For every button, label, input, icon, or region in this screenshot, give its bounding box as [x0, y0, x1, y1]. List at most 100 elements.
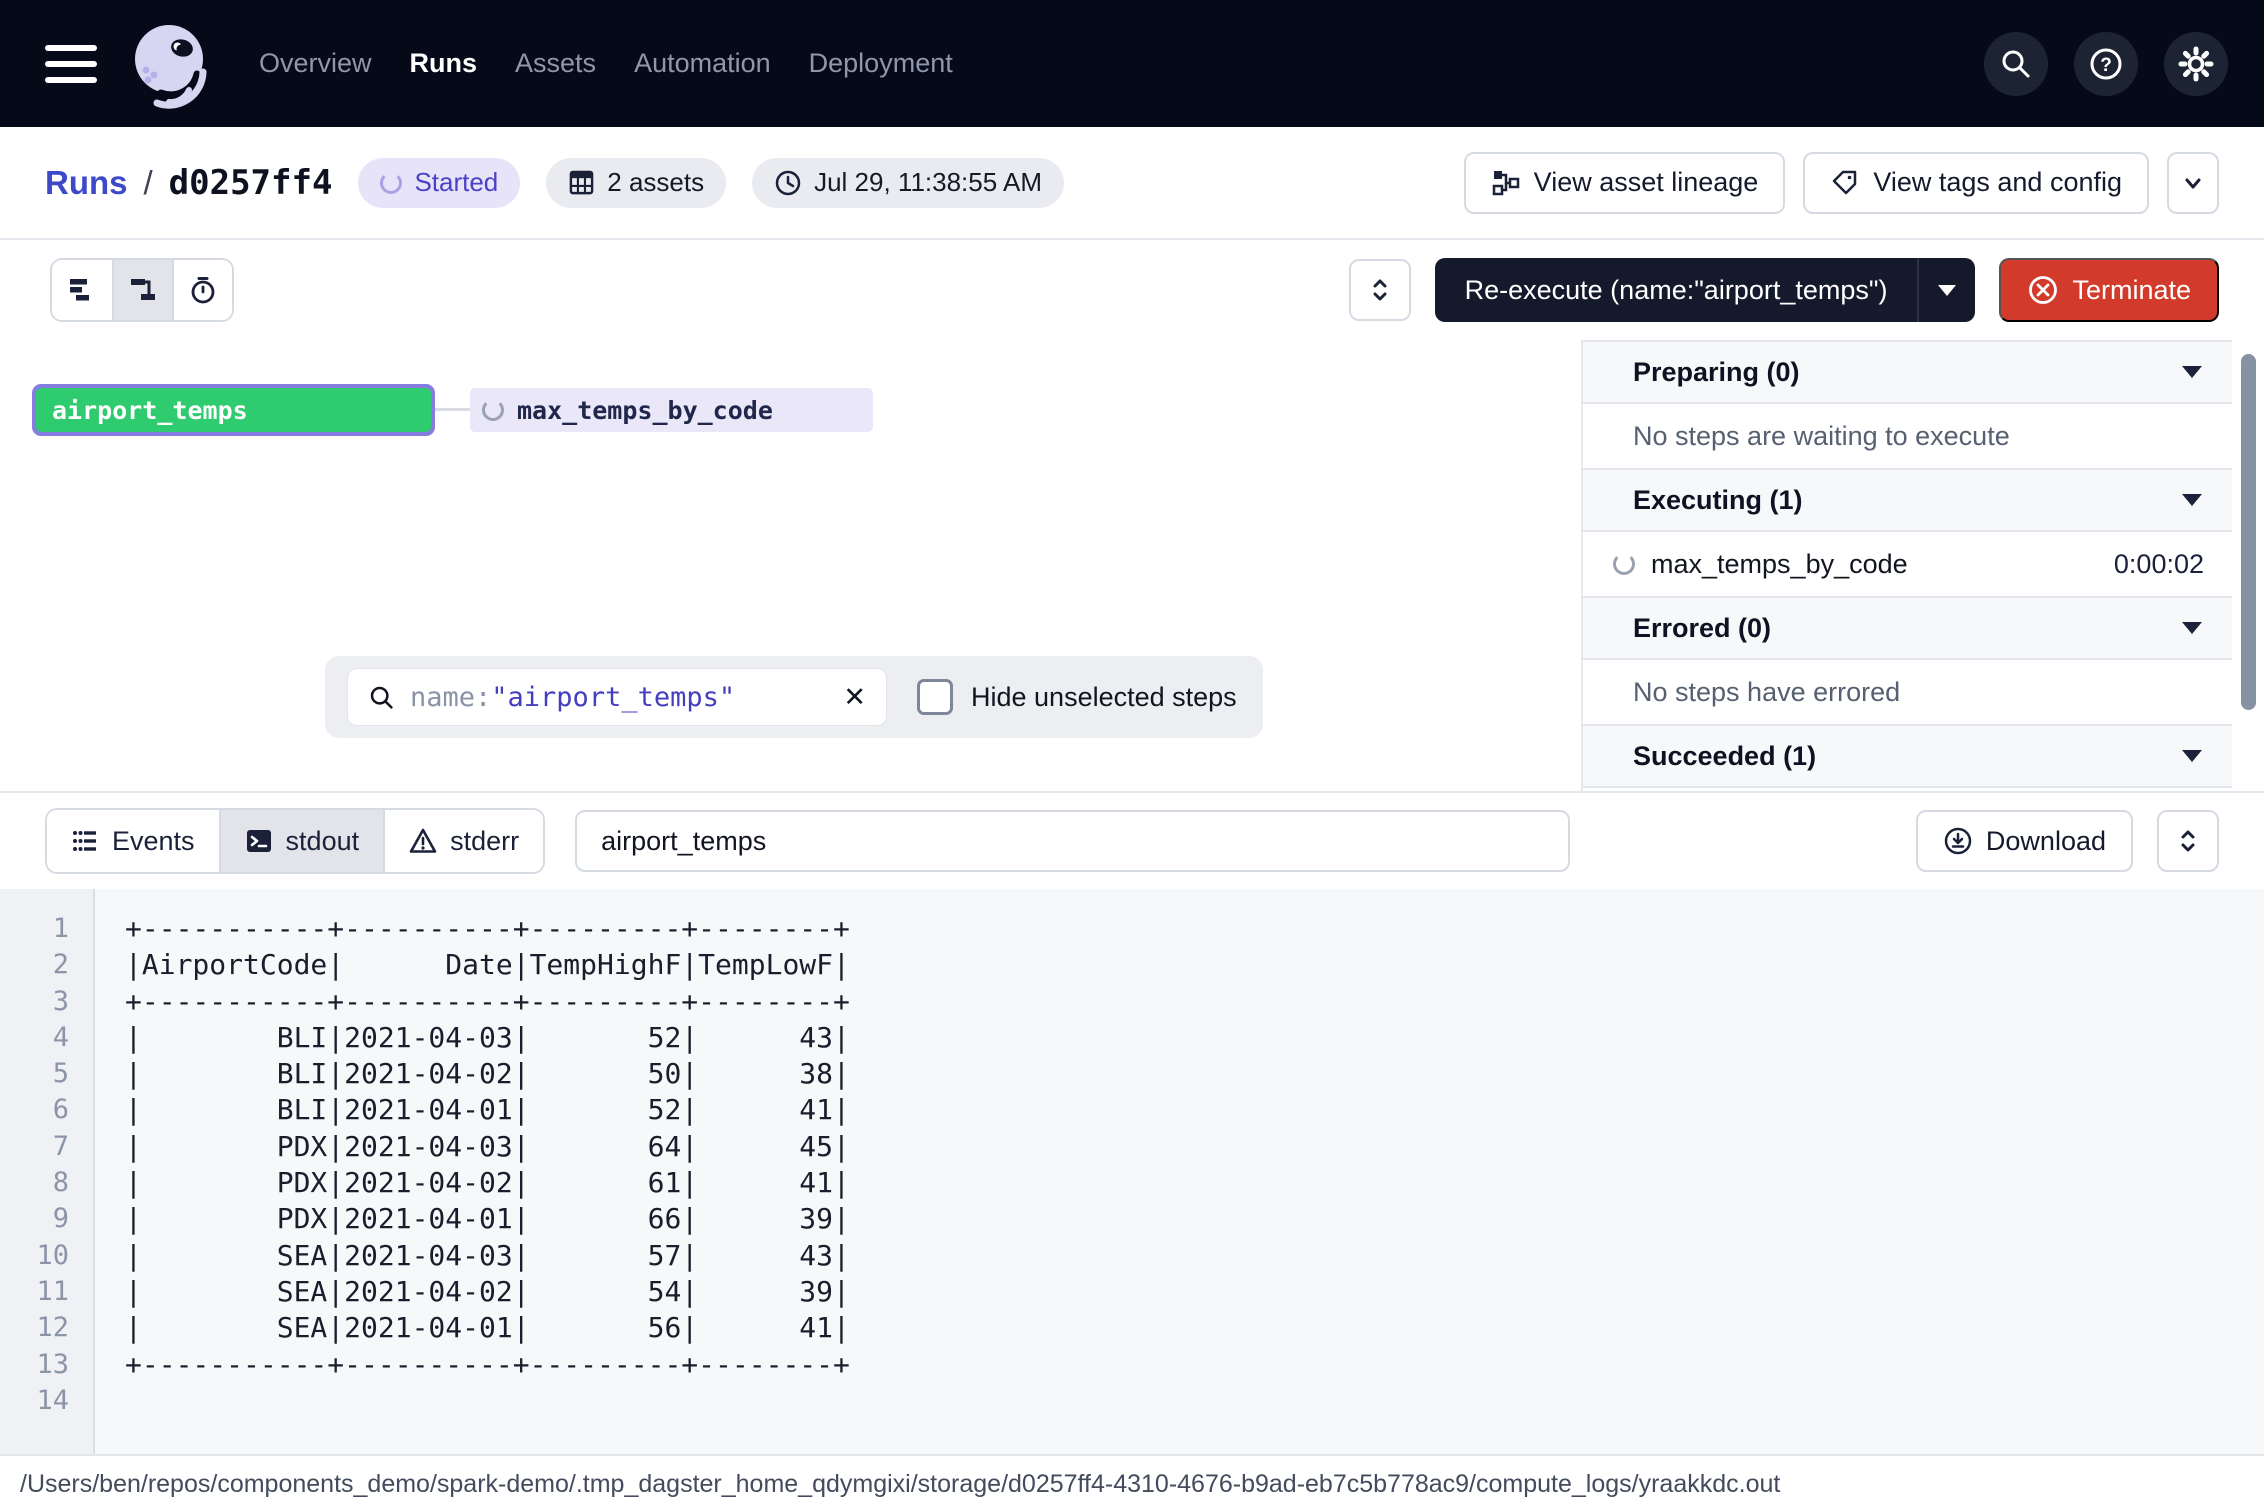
line-number[interactable]: 9 — [0, 1201, 95, 1237]
svg-text:?: ? — [2100, 55, 2112, 76]
search-button[interactable] — [1984, 32, 2048, 96]
nav-item-runs[interactable]: Runs — [410, 48, 478, 79]
line-number[interactable]: 4 — [0, 1020, 95, 1056]
terminate-button[interactable]: Terminate — [1999, 258, 2219, 322]
executing-step-name: max_temps_by_code — [1651, 549, 1908, 580]
line-number[interactable]: 12 — [0, 1310, 95, 1346]
clear-filter-icon[interactable]: ✕ — [843, 682, 866, 713]
nav-item-deployment[interactable]: Deployment — [809, 48, 953, 79]
tab-stderr[interactable]: stderr — [383, 810, 543, 872]
log-line: 12| SEA|2021-04-01| 56| 41| — [0, 1310, 2264, 1346]
sidebar-scrollbar[interactable] — [2241, 354, 2256, 710]
section-succeeded[interactable]: Succeeded (1) — [1583, 724, 2232, 788]
asset-grid-icon — [568, 169, 595, 196]
help-button[interactable]: ? — [2074, 32, 2138, 96]
expand-log-button[interactable] — [2157, 810, 2219, 872]
zoom-fit-button[interactable] — [1349, 259, 1411, 321]
help-icon: ? — [2088, 46, 2124, 82]
run-main-area: airport_temps max_temps_by_code name: "a… — [0, 340, 2264, 791]
search-icon — [1999, 47, 2033, 81]
expand-vertical-icon — [2173, 826, 2203, 856]
terminate-icon — [2027, 274, 2059, 306]
section-executing[interactable]: Executing (1) — [1583, 468, 2232, 532]
line-number[interactable]: 8 — [0, 1165, 95, 1201]
errored-empty-row: No steps have errored — [1583, 660, 2232, 724]
spinner-icon — [482, 399, 504, 421]
breadcrumb-runs-link[interactable]: Runs — [45, 164, 128, 202]
log-line: 13+-----------+----------+---------+----… — [0, 1347, 2264, 1383]
log-step-selector-value: airport_temps — [601, 826, 766, 857]
section-succeeded-title: Succeeded (1) — [1633, 741, 1816, 772]
dagster-logo-icon[interactable] — [125, 18, 217, 110]
stdout-log-viewer[interactable]: 1+-----------+----------+---------+-----… — [0, 889, 2264, 1454]
terminate-label: Terminate — [2072, 275, 2191, 306]
settings-button[interactable] — [2164, 32, 2228, 96]
run-timestamp-label: Jul 29, 11:38:55 AM — [814, 167, 1042, 198]
tag-icon — [1830, 168, 1860, 198]
step-filter-input[interactable]: name: "airport_temps" ✕ — [347, 668, 887, 726]
log-line: 1+-----------+----------+---------+-----… — [0, 911, 2264, 947]
section-errored-title: Errored (0) — [1633, 613, 1771, 644]
gantt-step-airport-temps[interactable]: airport_temps — [32, 384, 435, 436]
nav-item-automation[interactable]: Automation — [634, 48, 771, 79]
log-line: 5| BLI|2021-04-02| 50| 38| — [0, 1056, 2264, 1092]
log-panel-header: Events stdout stderr airport_te — [0, 793, 2264, 889]
hamburger-menu-icon[interactable] — [45, 45, 97, 83]
view-tags-config-label: View tags and config — [1873, 167, 2122, 198]
line-number[interactable]: 13 — [0, 1347, 95, 1383]
log-line: 3+-----------+----------+---------+-----… — [0, 984, 2264, 1020]
log-line: 2|AirportCode| Date|TempHighF|TempLowF| — [0, 947, 2264, 983]
gantt-toolbar: Re-execute (name:"airport_temps") Termin… — [0, 240, 2264, 340]
tab-stdout[interactable]: stdout — [219, 810, 384, 872]
download-icon — [1943, 826, 1973, 856]
line-number[interactable]: 3 — [0, 984, 95, 1020]
run-header-actions: View asset lineage View tags and config — [1464, 152, 2219, 214]
log-line: 4| BLI|2021-04-03| 52| 43| — [0, 1020, 2264, 1056]
spinner-icon — [380, 172, 402, 194]
collapse-caret-icon — [2182, 622, 2202, 634]
hide-unselected-toggle[interactable]: Hide unselected steps — [917, 679, 1237, 715]
reexecute-dropdown-button[interactable] — [1917, 258, 1975, 322]
nav-item-overview[interactable]: Overview — [259, 48, 372, 79]
section-errored[interactable]: Errored (0) — [1583, 596, 2232, 660]
more-actions-button[interactable] — [2167, 152, 2219, 214]
gear-icon — [2177, 45, 2215, 83]
flat-view-icon — [67, 275, 97, 305]
line-number[interactable]: 7 — [0, 1129, 95, 1165]
log-panel-actions: Download — [1916, 810, 2219, 872]
view-asset-lineage-button[interactable]: View asset lineage — [1464, 152, 1786, 214]
view-tags-config-button[interactable]: View tags and config — [1803, 152, 2149, 214]
waterfall-view-icon — [128, 275, 158, 305]
top-nav: Overview Runs Assets Automation Deployme… — [0, 0, 2264, 127]
line-number[interactable]: 6 — [0, 1092, 95, 1128]
tab-stdout-label: stdout — [286, 826, 360, 857]
hide-unselected-checkbox[interactable] — [917, 679, 953, 715]
collapse-caret-icon — [2182, 750, 2202, 762]
dropdown-caret-icon — [1938, 285, 1956, 296]
waterfall-view-button[interactable] — [112, 260, 172, 320]
line-number[interactable]: 10 — [0, 1238, 95, 1274]
executing-step-row[interactable]: max_temps_by_code 0:00:02 — [1583, 532, 2232, 596]
top-nav-actions: ? — [1984, 32, 2228, 96]
download-button[interactable]: Download — [1916, 810, 2133, 872]
run-sidebar-wrap: Preparing (0) No steps are waiting to ex… — [1581, 340, 2264, 791]
tab-events[interactable]: Events — [47, 810, 219, 872]
line-number[interactable]: 1 — [0, 911, 95, 947]
log-step-selector[interactable]: airport_temps — [575, 810, 1570, 872]
chevron-down-icon — [2179, 169, 2207, 197]
gantt-step-max-temps-by-code[interactable]: max_temps_by_code — [470, 388, 873, 432]
stopwatch-icon — [188, 275, 218, 305]
timing-view-button[interactable] — [172, 260, 232, 320]
log-line: 11| SEA|2021-04-02| 54| 39| — [0, 1274, 2264, 1310]
section-preparing[interactable]: Preparing (0) — [1583, 340, 2232, 404]
spinner-icon — [1613, 553, 1635, 575]
line-number[interactable]: 5 — [0, 1056, 95, 1092]
hide-unselected-label: Hide unselected steps — [971, 682, 1237, 713]
assets-count-badge[interactable]: 2 assets — [546, 158, 726, 208]
nav-item-assets[interactable]: Assets — [515, 48, 596, 79]
reexecute-button[interactable]: Re-execute (name:"airport_temps") — [1435, 258, 1918, 322]
line-number[interactable]: 14 — [0, 1383, 95, 1419]
line-number[interactable]: 11 — [0, 1274, 95, 1310]
flat-view-button[interactable] — [52, 260, 112, 320]
line-number[interactable]: 2 — [0, 947, 95, 983]
